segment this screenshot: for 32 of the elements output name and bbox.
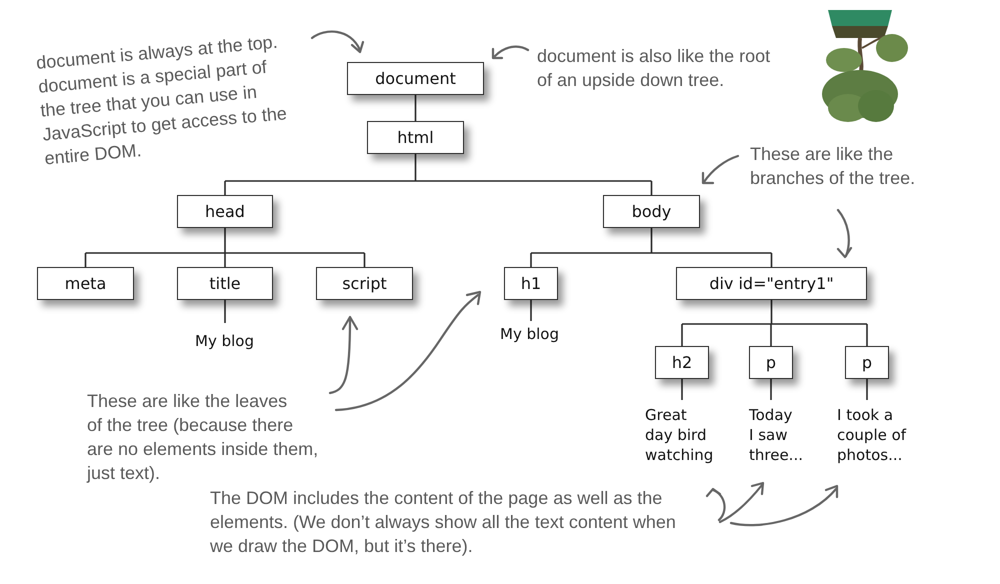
connector-line <box>414 95 416 121</box>
curved-arrow <box>702 154 740 184</box>
tree-node: body <box>603 195 700 228</box>
tree-node: script <box>316 267 413 300</box>
leaf-text: I took a couple of photos... <box>837 405 906 465</box>
connector-line <box>224 300 226 323</box>
curved-arrow <box>310 30 364 54</box>
curved-arrow <box>492 46 530 60</box>
leaf-text: Today I saw three... <box>749 405 803 465</box>
connector-line <box>681 379 683 400</box>
leaf-text: Great day bird watching <box>645 405 714 465</box>
leaf-text: My blog <box>195 331 254 351</box>
connector-line <box>770 379 772 400</box>
annotation-text: The DOM includes the content of the page as well as the elements. (We don’t always show all the text content when we draw the DOM, but it’s there). <box>210 487 676 558</box>
tree-node: p <box>845 346 889 379</box>
annotation-text: document is also like the root of an upside down tree. <box>537 45 770 92</box>
tree-node: document <box>347 62 484 95</box>
connector-line <box>530 300 532 321</box>
curved-arrow <box>836 208 852 258</box>
connector-line <box>866 379 868 400</box>
tree-node: title <box>177 267 273 300</box>
tree-node: h2 <box>655 346 709 379</box>
tree-node: p <box>749 346 793 379</box>
tree-node: meta <box>37 267 134 300</box>
annotation-text: These are like the leaves of the tree (because there are no elements inside them, just text). <box>87 390 318 485</box>
tree-node: h1 <box>504 267 558 300</box>
tree-node: div id="entry1" <box>676 267 867 300</box>
annotation-text: document is always at the top. document is a special part of the tree that you can use in JavaScript to get access to the entire DOM. <box>35 30 289 170</box>
annotation-text: These are like the branches of the tree. <box>750 143 916 190</box>
tree-node: head <box>177 195 273 228</box>
leaf-text: My blog <box>500 324 559 344</box>
tree-node: html <box>367 121 464 154</box>
